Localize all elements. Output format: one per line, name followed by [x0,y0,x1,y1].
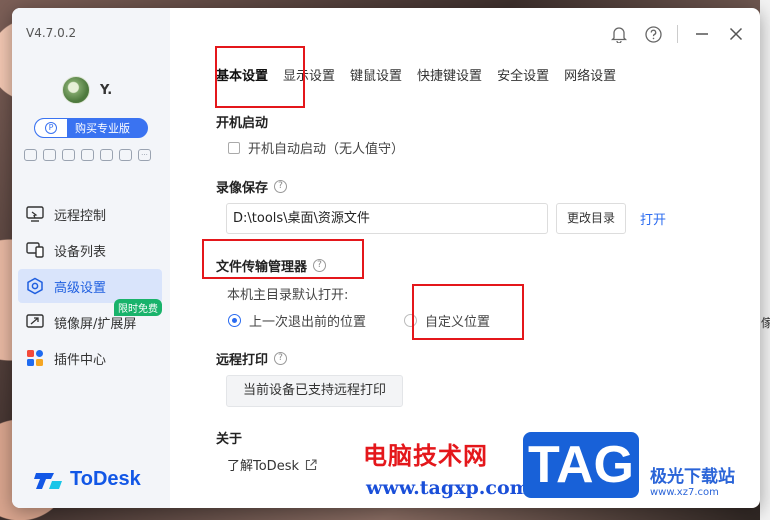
remote-print-button[interactable]: 当前设备已支持远程打印 [226,375,404,407]
settings-panel: 基本设置 显示设置 键鼠设置 快捷键设置 安全设置 网络设置 开机启动 开机自动… [170,8,760,508]
tab-display-settings[interactable]: 显示设置 [283,65,335,84]
help-icon[interactable]: ? [274,352,288,365]
tab-security-settings[interactable]: 安全设置 [497,65,549,84]
todesk-window: V4.7.0.2 Y. P 购买专业版 ··· 远程控制 设备列表 高级设置 镜… [12,8,760,508]
learn-todesk-label: 了解ToDesk [227,459,299,474]
sidebar-item-remote-control[interactable]: 远程控制 [18,197,162,231]
help-icon[interactable] [643,24,663,44]
bell-icon[interactable] [609,24,629,44]
app-version: V4.7.0.2 [26,26,77,40]
sidebar-item-label: 设备列表 [54,244,107,260]
recording-title-text: 录像保存 [216,181,269,196]
sidebar: V4.7.0.2 Y. P 购买专业版 ··· 远程控制 设备列表 高级设置 镜… [12,8,170,508]
file-transfer-section-title: 文件传输管理器 ? [216,256,327,275]
todesk-logo-icon [34,472,62,489]
settings-hexagon-icon [26,277,44,295]
buy-pro-button[interactable]: P 购买专业版 [34,118,148,138]
default-open-options: 上一次退出前的位置 自定义位置 [228,311,490,330]
recording-path-field[interactable]: D:\tools\桌面\资源文件 [226,203,548,234]
corner-site-name: 极光下载站 [650,467,735,487]
tab-keyboard-mouse-settings[interactable]: 键鼠设置 [350,65,402,84]
monitor-icon[interactable] [43,149,56,161]
window-icon[interactable] [62,149,75,161]
background-edge-text: 傢 [761,316,770,330]
clock-icon[interactable] [119,149,132,161]
learn-todesk-link[interactable]: 了解ToDesk [227,455,317,474]
sidebar-item-label: 插件中心 [54,352,107,368]
close-icon[interactable] [726,24,746,44]
file-transfer-title-text: 文件传输管理器 [216,260,308,275]
corner-site-logo: 极光下载站 www.xz7.com [650,462,735,498]
external-link-icon [305,458,317,470]
open-folder-link[interactable]: 打开 [640,209,666,228]
toolbar-divider [677,25,678,43]
tab-network-settings[interactable]: 网络设置 [564,65,616,84]
avatar[interactable] [62,76,90,104]
sidebar-item-mirror-screen[interactable]: 镜像屏/扩展屏 限时免费 [18,299,162,339]
pro-badge-icon: P [35,119,67,137]
default-open-label: 本机主目录默认打开: [227,288,349,303]
startup-title-text: 开机启动 [216,116,269,131]
sidebar-item-label: 远程控制 [54,208,107,224]
remote-print-title-text: 远程打印 [216,353,269,368]
pro-badge-letter: P [45,122,57,134]
screen-icon[interactable] [81,149,94,161]
watermark-title: 电脑技术网 [363,442,488,470]
watermark-url: www.tagxp.com [366,477,530,499]
logo-text: ToDesk [70,468,141,490]
settings-tabs: 基本设置 显示设置 键鼠设置 快捷键设置 安全设置 网络设置 [216,65,616,84]
minimize-icon[interactable] [692,24,712,44]
sidebar-item-advanced-settings[interactable]: 高级设置 [18,269,162,303]
recording-section-title: 录像保存 ? [216,177,288,196]
username: Y. [100,82,113,98]
radio-last-location-button[interactable] [228,314,241,327]
autostart-checkbox[interactable] [228,141,240,154]
autostart-option[interactable]: 开机自动启动（无人值守） [228,138,404,157]
help-icon[interactable]: ? [313,259,327,272]
recording-path-row: D:\tools\桌面\资源文件 更改目录 打开 [226,203,666,234]
about-title-text: 关于 [216,432,243,447]
radio-last-location[interactable]: 上一次退出前的位置 [228,311,366,330]
radio-custom-location[interactable]: 自定义位置 [404,311,490,330]
sidebar-item-label: 高级设置 [54,280,107,296]
bulb-icon[interactable] [100,149,113,161]
free-badge: 限时免费 [114,299,162,316]
sidebar-nav: 远程控制 设备列表 高级设置 镜像屏/扩展屏 限时免费 插件中心 [18,197,162,377]
more-icon[interactable]: ··· [138,149,151,161]
window-controls [609,24,746,44]
gamepad-icon[interactable] [24,149,37,161]
sidebar-item-devices[interactable]: 设备列表 [18,233,162,267]
sidebar-item-plugins[interactable]: 插件中心 [18,341,162,375]
remote-control-icon [26,205,44,223]
todesk-logo: ToDesk [34,468,141,491]
help-icon[interactable]: ? [274,180,288,193]
plugins-icon [26,349,44,367]
mirror-screen-icon [26,313,44,331]
change-directory-button[interactable]: 更改目录 [556,203,627,234]
radio-label: 上一次退出前的位置 [249,315,367,330]
remote-print-section-title: 远程打印 ? [216,349,288,368]
quick-icons-row: ··· [24,149,151,161]
autostart-label: 开机自动启动（无人值守） [248,142,405,157]
startup-section-title: 开机启动 [216,112,268,131]
corner-site-url: www.xz7.com [650,487,719,498]
watermark-tag-logo: TAG [523,432,639,498]
devices-icon [26,241,44,259]
tab-basic-settings[interactable]: 基本设置 [216,65,268,84]
user-profile[interactable]: Y. [62,76,112,104]
buy-pro-label: 购买专业版 [75,122,130,135]
background-window-edge: 傢 [760,0,770,520]
radio-label: 自定义位置 [425,315,491,330]
about-section-title: 关于 [216,428,242,447]
tab-shortcut-settings[interactable]: 快捷键设置 [417,65,482,84]
radio-custom-location-button[interactable] [404,314,418,327]
